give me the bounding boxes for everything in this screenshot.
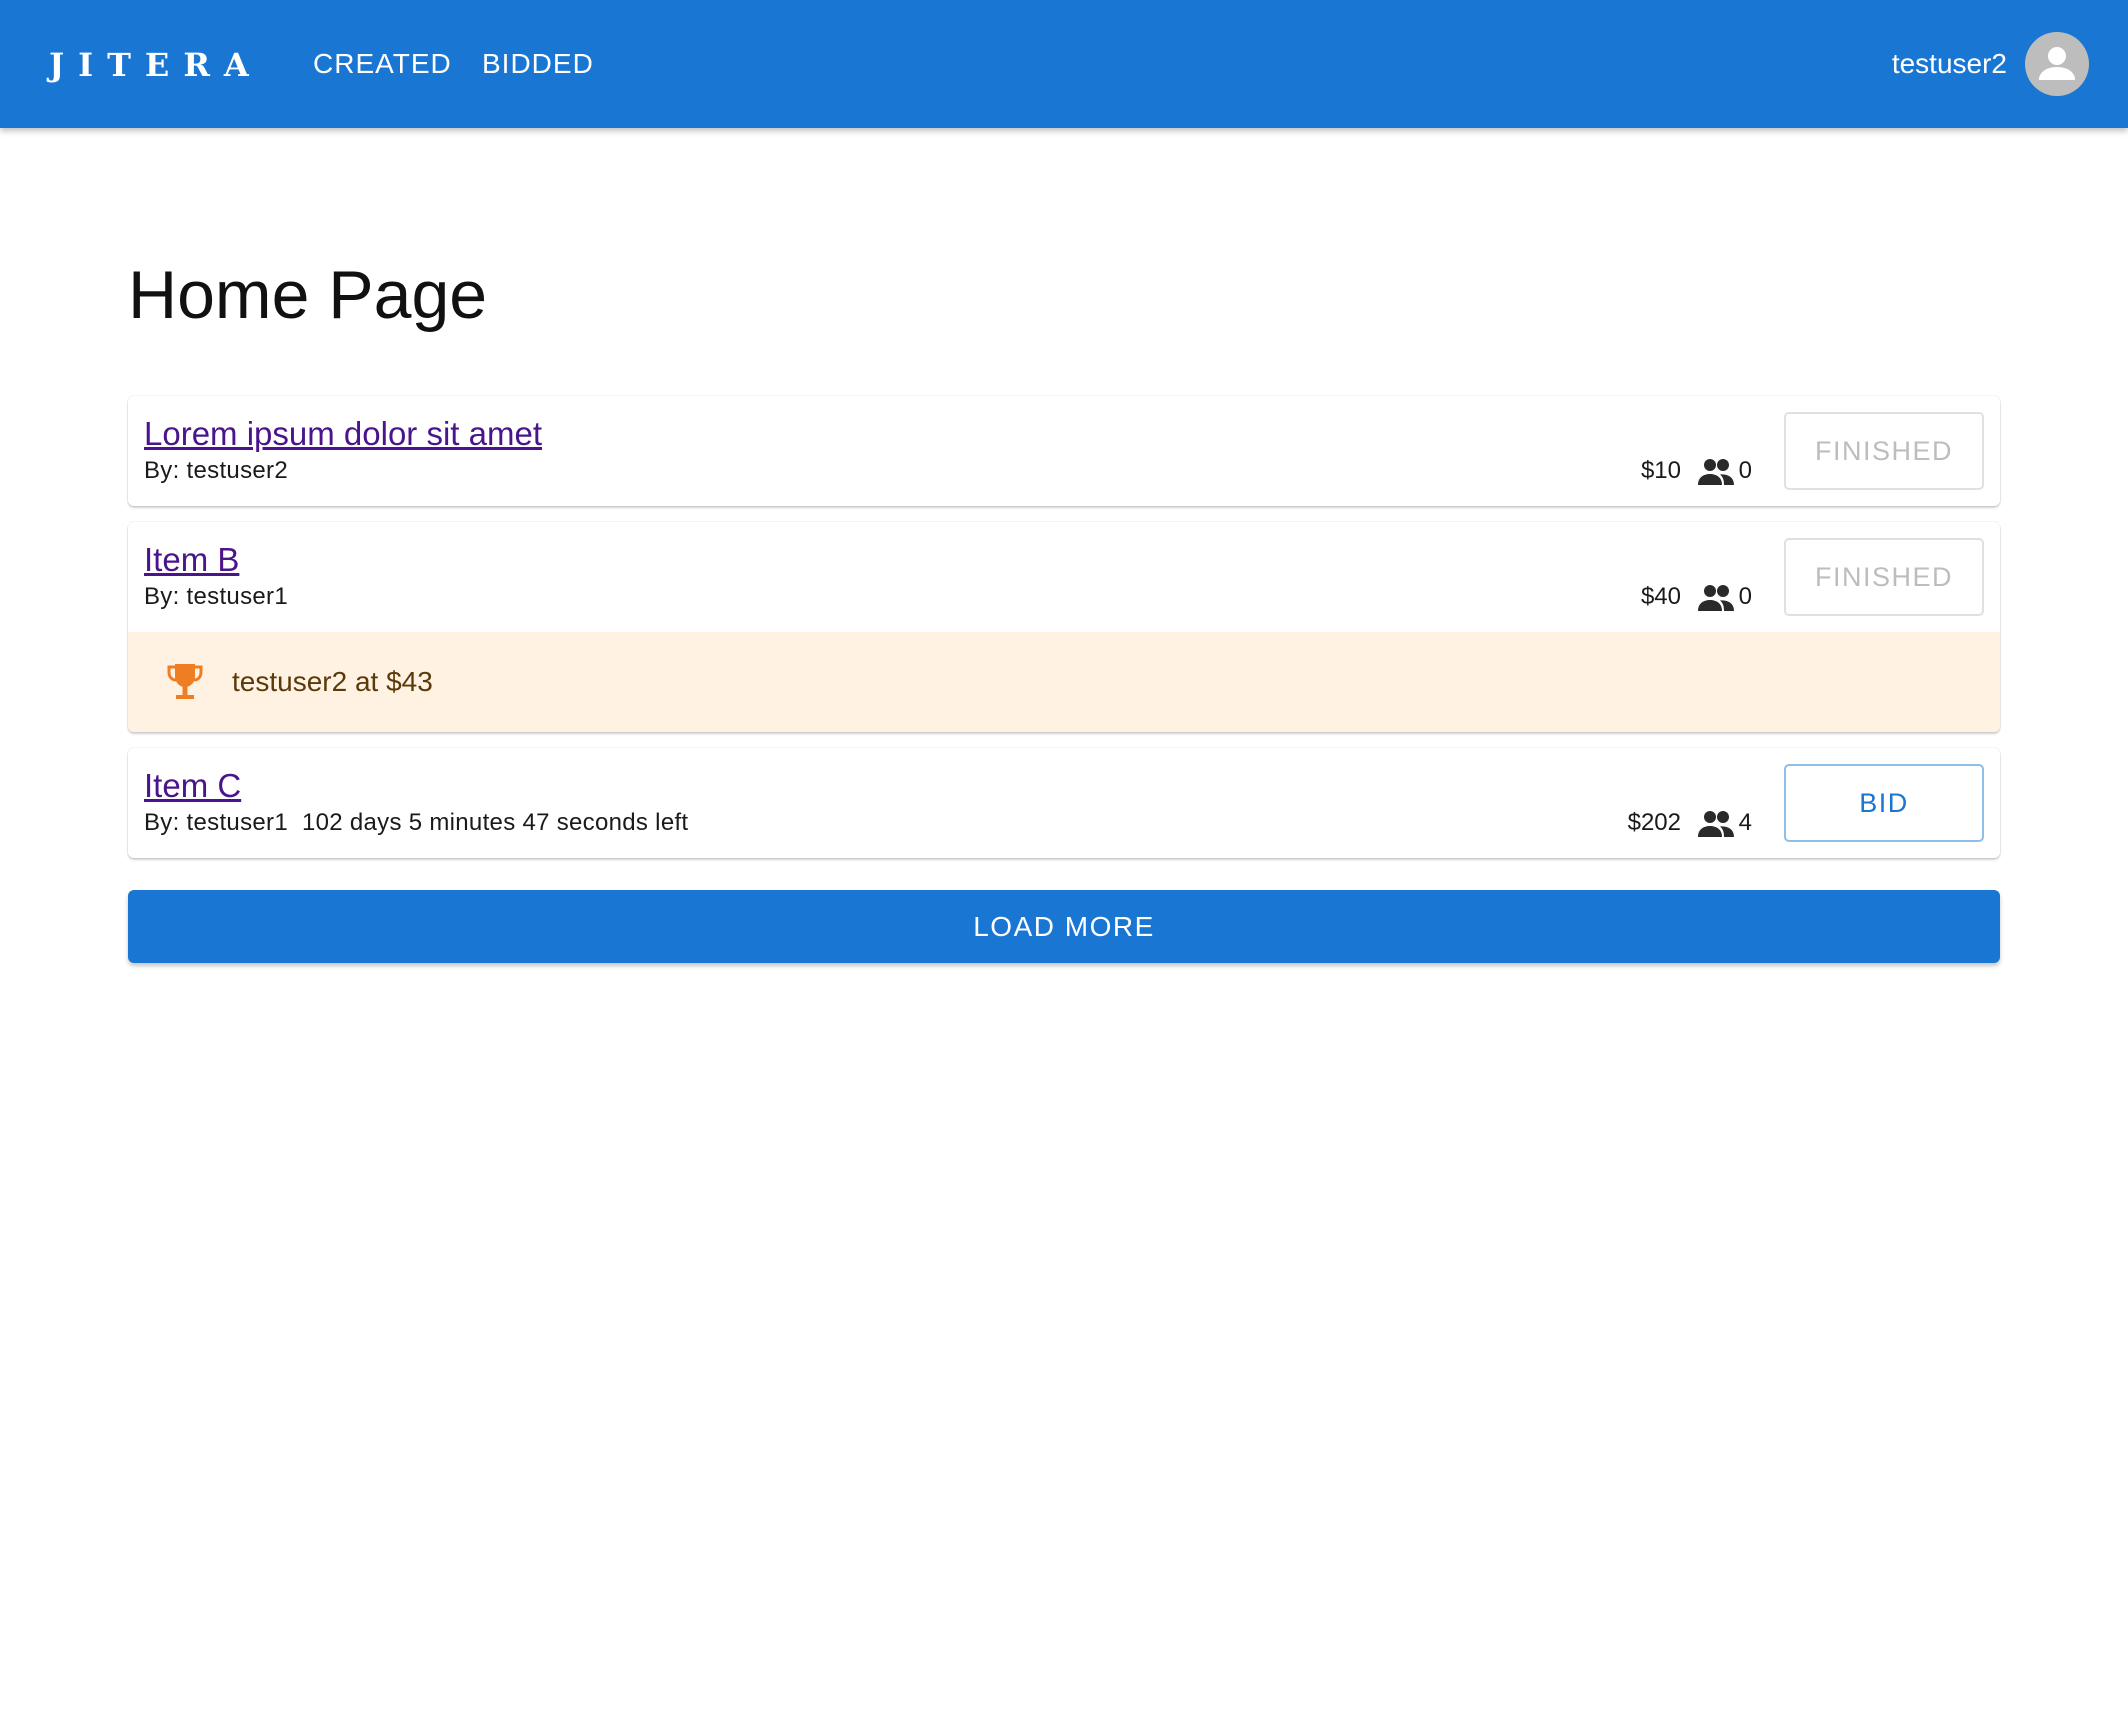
nav-created-link[interactable]: CREATED xyxy=(313,44,452,84)
app-bar: JITERA CREATED BIDDED testuser2 xyxy=(0,0,2128,128)
auction-item-card: Lorem ipsum dolor sit amet By: testuser2… xyxy=(128,396,2000,506)
trophy-icon xyxy=(167,664,203,699)
item-row: Item B By: testuser1 $40 0 FINISHED xyxy=(128,522,2000,632)
nav-bidded-link[interactable]: BIDDED xyxy=(482,44,594,84)
load-more-button[interactable]: LOAD MORE xyxy=(128,890,2000,963)
item-row: Lorem ipsum dolor sit amet By: testuser2… xyxy=(128,396,2000,506)
account-circle-icon xyxy=(2039,47,2075,80)
logo[interactable]: JITERA xyxy=(49,46,263,84)
people-icon xyxy=(1698,459,1734,485)
time-left: 102 days 5 minutes 47 seconds left xyxy=(301,809,689,836)
item-owner: By: testuser1 xyxy=(144,583,288,610)
page-title: Home Page xyxy=(128,257,488,333)
item-owner: By: testuser1 xyxy=(144,809,288,836)
avatar[interactable] xyxy=(2025,32,2089,96)
bid-count: 4 xyxy=(1738,809,1752,836)
item-title-link[interactable]: Lorem ipsum dolor sit amet xyxy=(144,414,542,454)
people-icon xyxy=(1698,585,1734,611)
item-row: Item C By: testuser1 102 days 5 minutes 4… xyxy=(128,748,2000,858)
item-price: $40 xyxy=(1640,583,1681,610)
people-icon xyxy=(1698,811,1734,837)
bid-count: 0 xyxy=(1738,457,1752,484)
winner-banner: testuser2 at $43 xyxy=(128,632,2000,732)
username-label: testuser2 xyxy=(1891,48,2007,79)
item-price: $202 xyxy=(1627,809,1681,836)
winner-text: testuser2 at $43 xyxy=(232,666,433,697)
auction-item-card: Item B By: testuser1 $40 0 FINISHED test… xyxy=(128,522,2000,732)
item-meta: By: testuser2 xyxy=(144,454,288,488)
finished-button: FINISHED xyxy=(1784,412,1984,490)
item-meta: By: testuser1 102 days 5 minutes 47 secon… xyxy=(144,806,688,840)
bid-count: 0 xyxy=(1738,583,1752,610)
item-title-link[interactable]: Item C xyxy=(144,766,241,806)
item-owner: By: testuser2 xyxy=(144,457,288,484)
item-title-link[interactable]: Item B xyxy=(144,540,239,580)
finished-button: FINISHED xyxy=(1784,538,1984,616)
auction-item-card: Item C By: testuser1 102 days 5 minutes 4… xyxy=(128,748,2000,858)
item-price: $10 xyxy=(1640,457,1681,484)
bid-button[interactable]: BID xyxy=(1784,764,1984,842)
item-meta: By: testuser1 xyxy=(144,580,288,614)
